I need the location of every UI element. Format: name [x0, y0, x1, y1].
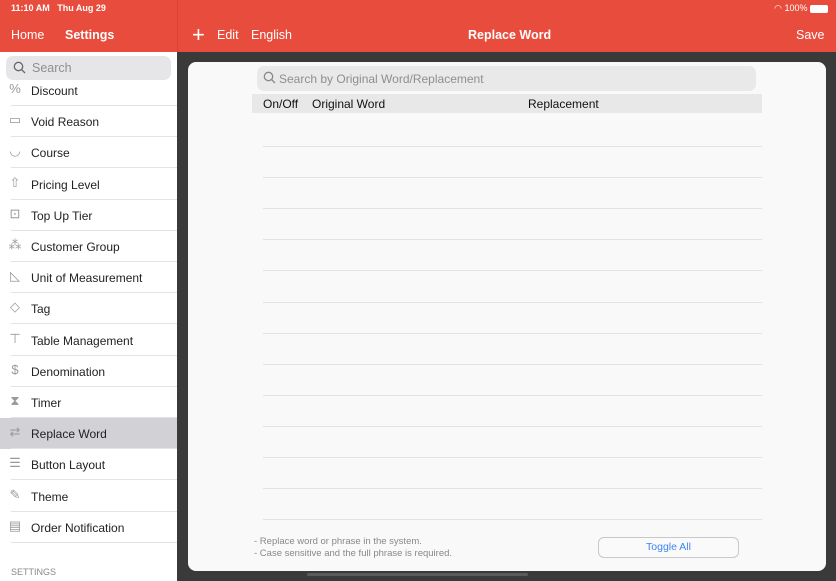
sidebar-item[interactable]: ☰ Button Layout	[0, 449, 177, 481]
sidebar-item[interactable]: ◡ Course	[0, 137, 177, 169]
sidebar-item[interactable]: ⊡ Top Up Tier	[0, 200, 177, 231]
order-notification-icon: ▤	[8, 517, 22, 533]
table-row-divider	[263, 363, 762, 365]
date: Thu Aug 29	[57, 3, 106, 13]
sidebar-item[interactable]: ▤ Order Notification	[0, 512, 177, 543]
sidebar-item-label: Order Notification	[31, 520, 125, 535]
sidebar-item-label: Customer Group	[31, 240, 120, 254]
table-row-divider	[263, 425, 762, 427]
top-up-icon: ⊡	[9, 205, 21, 221]
sidebar-item-label: Course	[31, 146, 70, 161]
hourglass-icon: ⧗	[10, 393, 20, 408]
column-original-word: Original Word	[312, 97, 386, 111]
table-row-divider	[263, 488, 762, 490]
sidebar-item-label: Discount	[31, 84, 78, 98]
table-row-divider	[263, 332, 762, 334]
table-row-divider	[263, 301, 762, 303]
section-header-settings: SETTINGS	[11, 567, 57, 577]
table-row-divider	[263, 177, 762, 179]
sidebar-item-label: Theme	[31, 489, 69, 504]
battery-level: 100%	[784, 3, 808, 13]
page-title: Replace Word	[468, 28, 552, 42]
wifi-icon: ◠	[774, 3, 782, 13]
sidebar-item-label: Pricing Level	[31, 177, 100, 192]
replace-text-icon: ⇄	[9, 424, 21, 440]
replace-word-panel: Search by Original Word/Replacement On/O…	[188, 62, 826, 571]
replace-search-input[interactable]: Search by Original Word/Replacement	[257, 66, 756, 91]
price-arrow-icon: ⇧	[9, 174, 21, 190]
table-row-divider	[263, 146, 762, 147]
sidebar-item-label: Replace Word	[31, 427, 107, 442]
sidebar-item-label: Table Management	[31, 333, 134, 348]
divider	[177, 0, 178, 52]
sidebar-item[interactable]: ◇ Tag	[0, 293, 177, 325]
tag-icon: ◇	[10, 299, 20, 315]
table-row-divider	[263, 270, 762, 272]
column-replacement: Replacement	[528, 97, 599, 111]
sidebar-item[interactable]: ⇄ Replace Word	[0, 418, 177, 450]
sidebar-item[interactable]: ▭ Void Reason	[0, 106, 177, 138]
note-line: - Replace word or phrase in the system.	[254, 536, 422, 547]
time: 11:10 AM	[11, 3, 50, 13]
dish-icon: ◡	[9, 143, 21, 159]
battery-icon	[810, 4, 828, 13]
list-layout-icon: ☰	[9, 455, 21, 471]
note-line: - Case sensitive and the full phrase is …	[254, 548, 453, 559]
search-placeholder: Search	[32, 61, 72, 75]
sidebar-item[interactable]: ⊤ Table Management	[0, 325, 177, 356]
sidebar-item-label: Tag	[31, 302, 51, 317]
language-button[interactable]: English	[251, 28, 292, 42]
top-bar: 11:10 AM Thu Aug 29 ◠ 100% Home Settings…	[0, 0, 836, 52]
table-header: On/Off Original Word Replacement	[252, 94, 762, 113]
sidebar-item-label: Top Up Tier	[31, 208, 93, 223]
ruler-triangle-icon: ◺	[10, 268, 20, 284]
divider	[11, 541, 177, 543]
status-right: ◠ 100%	[774, 3, 828, 14]
toggle-all-button[interactable]: Toggle All	[598, 537, 739, 558]
table-row-divider	[263, 239, 762, 241]
sidebar-item-label: Button Layout	[31, 458, 106, 473]
search-icon	[263, 71, 276, 87]
sidebar-item[interactable]: ◺ Unit of Measurement	[0, 262, 177, 294]
sidebar-item[interactable]: ⇧ Pricing Level	[0, 169, 177, 200]
table-row-divider	[263, 519, 762, 521]
percent-badge-icon: %	[9, 81, 21, 96]
edit-button[interactable]: Edit	[217, 28, 239, 42]
sidebar-item-label: Unit of Measurement	[31, 271, 143, 286]
table-row-divider	[263, 394, 762, 396]
table-icon: ⊤	[9, 330, 21, 346]
sidebar-item[interactable]: ✎ Theme	[0, 481, 177, 512]
plus-icon[interactable]: +	[192, 22, 205, 48]
table-row-divider	[263, 457, 762, 458]
home-button[interactable]: Home	[11, 28, 44, 42]
brush-icon: ✎	[9, 486, 21, 502]
money-bag-icon: $	[11, 361, 19, 377]
void-ticket-icon: ▭	[8, 112, 22, 128]
sidebar-item-label: Void Reason	[31, 115, 100, 130]
sidebar-item[interactable]: % Discount	[0, 75, 177, 106]
sidebar-item-label: Denomination	[31, 364, 106, 379]
sidebar-item-label: Timer	[31, 396, 62, 410]
sidebar: Search % Discount ▭ Void Reason ◡ Course ⇧ Pric…	[0, 52, 177, 581]
status-time: 11:10 AM Thu Aug 29	[11, 3, 106, 13]
settings-title: Settings	[65, 28, 115, 42]
sidebar-item[interactable]: ⧗ Timer	[0, 387, 177, 418]
home-indicator	[307, 573, 528, 576]
group-icon: ⁂	[8, 237, 22, 252]
search-placeholder: Search by Original Word/Replacement	[279, 72, 484, 86]
sidebar-item[interactable]: $ Denomination	[0, 356, 177, 387]
column-on-off: On/Off	[263, 97, 299, 111]
sidebar-item[interactable]: ⁂ Customer Group	[0, 231, 177, 262]
table-row-divider	[263, 208, 762, 210]
save-button[interactable]: Save	[796, 28, 825, 42]
